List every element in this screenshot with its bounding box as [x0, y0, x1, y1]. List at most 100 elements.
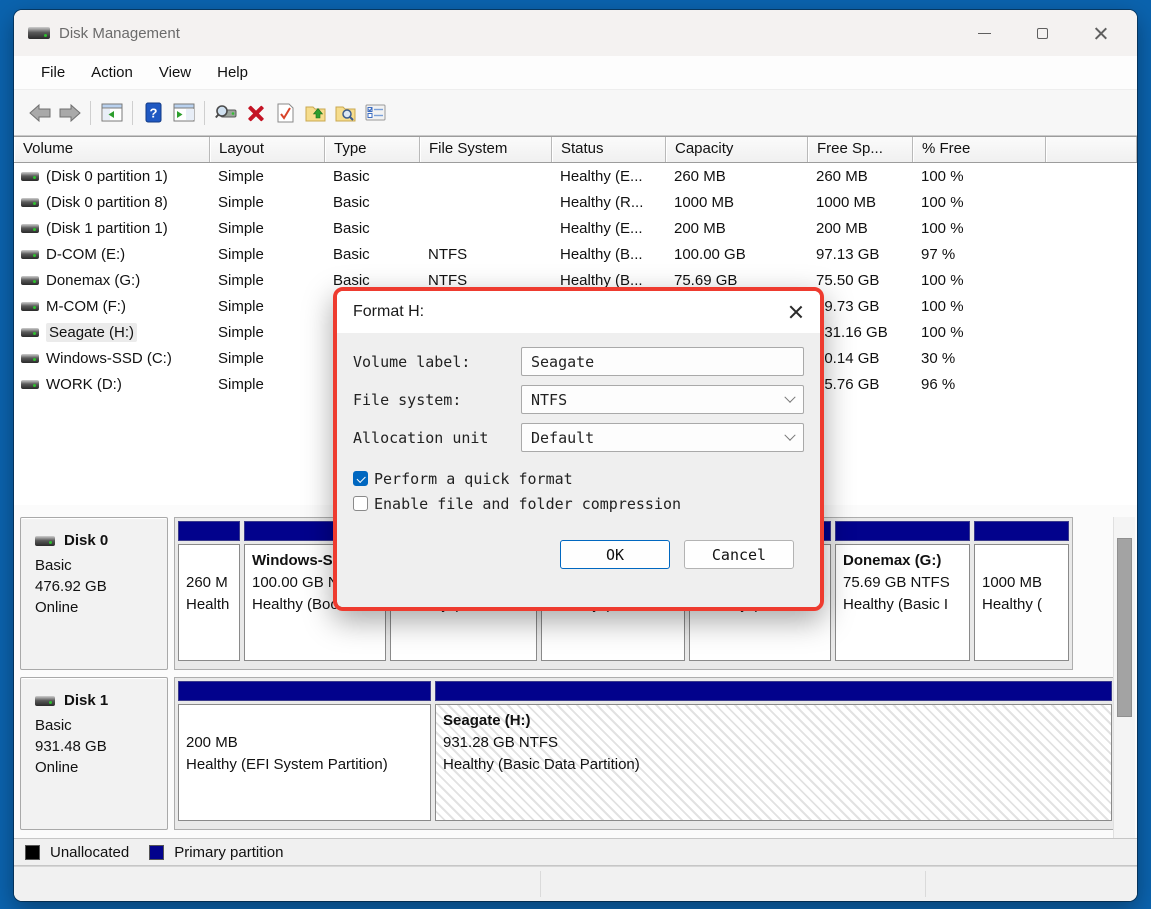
volume-icon [21, 172, 39, 181]
volume-icon [21, 276, 39, 285]
primary-partition-bar [178, 521, 240, 541]
disk-name: Disk 0 [64, 532, 108, 549]
checklist-button[interactable] [362, 99, 389, 126]
cell-pct-free: 100 % [913, 168, 1046, 185]
column-header-free-space[interactable]: Free Sp... [808, 137, 913, 162]
dialog-title-bar: Format H: [337, 291, 820, 333]
column-header-empty [1046, 137, 1137, 162]
folder-up-button[interactable] [302, 99, 329, 126]
minimize-icon [978, 33, 991, 34]
volume-icon [21, 328, 39, 337]
volume-icon [21, 354, 39, 363]
partition-block[interactable]: 200 MBHealthy (EFI System Partition) [178, 681, 431, 821]
column-header-type[interactable]: Type [325, 137, 420, 162]
cell-pct-free: 100 % [913, 220, 1046, 237]
maximize-icon [1037, 28, 1048, 39]
close-icon [1094, 27, 1107, 40]
minimize-button[interactable] [955, 10, 1013, 56]
column-header-capacity[interactable]: Capacity [666, 137, 808, 162]
volume-label-value: Seagate [531, 353, 794, 371]
primary-partition-bar [835, 521, 970, 541]
volume-name: (Disk 1 partition 1) [46, 220, 168, 237]
forward-button[interactable] [56, 99, 83, 126]
cell-free: 75.50 GB [808, 272, 913, 289]
volume-name: D-COM (E:) [46, 246, 125, 263]
volume-label-input[interactable]: Seagate [521, 347, 804, 376]
menu-file[interactable]: File [28, 59, 78, 86]
annotation-highlight: Format H: Volume label: Seagate File sys… [333, 287, 824, 611]
table-row[interactable]: D-COM (E:) Simple Basic NTFS Healthy (B.… [14, 241, 1137, 267]
cell-free: 1000 MB [808, 194, 913, 211]
properties-button[interactable] [272, 99, 299, 126]
table-header: Volume Layout Type File System Status Ca… [14, 136, 1137, 163]
menu-action[interactable]: Action [78, 59, 146, 86]
folder-search-button[interactable] [332, 99, 359, 126]
table-row[interactable]: (Disk 1 partition 1) Simple Basic Health… [14, 215, 1137, 241]
menu-view[interactable]: View [146, 59, 204, 86]
table-row[interactable]: (Disk 0 partition 1) Simple Basic Health… [14, 163, 1137, 189]
partition-block[interactable]: 1000 MBHealthy ( [974, 521, 1069, 661]
show-console-tree-button[interactable] [98, 99, 125, 126]
help-button[interactable]: ? [140, 99, 167, 126]
disk-0-info[interactable]: Disk 0 Basic 476.92 GB Online [20, 517, 168, 670]
volume-name: Seagate (H:) [46, 323, 137, 342]
volume-icon [21, 198, 39, 207]
file-system-select[interactable]: NTFS [521, 385, 804, 414]
back-arrow-icon [29, 104, 51, 122]
disk-magnifier-icon [215, 104, 237, 122]
compression-checkbox[interactable] [353, 496, 368, 511]
folder-magnifier-icon [335, 103, 356, 122]
cell-layout: Simple [210, 272, 325, 289]
allocation-unit-label: Allocation unit [353, 429, 521, 447]
volume-icon [21, 302, 39, 311]
app-disk-icon [28, 27, 50, 39]
cell-type: Basic [325, 272, 420, 289]
dialog-close-button[interactable] [786, 303, 804, 321]
column-header-layout[interactable]: Layout [210, 137, 325, 162]
folder-up-arrow-icon [305, 103, 326, 122]
back-button[interactable] [26, 99, 53, 126]
volume-icon [21, 250, 39, 259]
cancel-button[interactable]: Cancel [684, 540, 794, 569]
column-header-file-system[interactable]: File System [420, 137, 552, 162]
unallocated-swatch [25, 845, 40, 860]
volume-name: WORK (D:) [46, 376, 122, 393]
volume-icon [21, 380, 39, 389]
cell-pct-free: 100 % [913, 298, 1046, 315]
ok-button[interactable]: OK [560, 540, 670, 569]
close-button[interactable] [1071, 10, 1129, 56]
chevron-down-icon [784, 429, 795, 440]
partition-block[interactable]: 260 MHealth [178, 521, 240, 661]
vertical-scrollbar[interactable] [1113, 517, 1135, 857]
disk-1-info[interactable]: Disk 1 Basic 931.48 GB Online [20, 677, 168, 830]
column-header-pct-free[interactable]: % Free [913, 137, 1046, 162]
column-header-status[interactable]: Status [552, 137, 666, 162]
quick-format-label: Perform a quick format [374, 470, 573, 488]
status-separator [925, 871, 926, 897]
table-row[interactable]: (Disk 0 partition 8) Simple Basic Health… [14, 189, 1137, 215]
disk-type: Basic [35, 555, 157, 576]
compression-row[interactable]: Enable file and folder compression [353, 491, 804, 516]
rescan-disks-button[interactable] [212, 99, 239, 126]
allocation-unit-select[interactable]: Default [521, 423, 804, 452]
column-header-volume[interactable]: Volume [14, 137, 210, 162]
menu-help[interactable]: Help [204, 59, 261, 86]
disk-status: Online [35, 757, 157, 778]
cell-fs: NTFS [420, 246, 552, 263]
quick-format-checkbox[interactable] [353, 471, 368, 486]
show-action-pane-button[interactable] [170, 99, 197, 126]
disk-management-window: Disk Management File Action View Help ? [14, 10, 1137, 901]
cell-capacity: 75.69 GB [666, 272, 808, 289]
cell-free: 97.13 GB [808, 246, 913, 263]
delete-volume-button[interactable] [242, 99, 269, 126]
scrollbar-thumb[interactable] [1117, 538, 1132, 717]
window-title: Disk Management [59, 25, 180, 42]
partition-block[interactable]: Donemax (G:)75.69 GB NTFSHealthy (Basic … [835, 521, 970, 661]
quick-format-row[interactable]: Perform a quick format [353, 466, 804, 491]
maximize-button[interactable] [1013, 10, 1071, 56]
partition-block-selected[interactable]: Seagate (H:)931.28 GB NTFSHealthy (Basic… [435, 681, 1112, 821]
cell-layout: Simple [210, 298, 325, 315]
legend-bar: Unallocated Primary partition [14, 838, 1137, 866]
cell-layout: Simple [210, 168, 325, 185]
disk-1-partitions: 200 MBHealthy (EFI System Partition) Sea… [174, 677, 1116, 830]
